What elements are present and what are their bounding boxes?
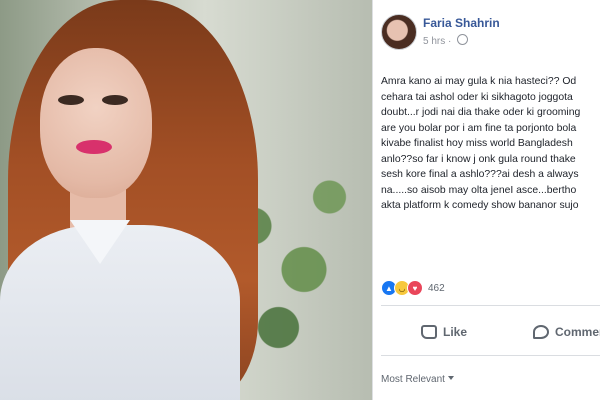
divider bbox=[381, 305, 600, 306]
photo-collar bbox=[70, 220, 130, 264]
like-button[interactable]: Like bbox=[421, 315, 467, 349]
post-text-line: doubt...r jodi nai dia thake oder ki gro… bbox=[381, 107, 581, 118]
reactions-summary[interactable]: ▲ ◡ ♥ 462 bbox=[381, 280, 445, 296]
facebook-post-card: Faria Shahrin 5 hrs · Amra kano ai may g… bbox=[372, 0, 600, 400]
post-text-line: cehara tai ashol oder ki sikhagoto joggo… bbox=[381, 91, 573, 103]
comments-filter-dropdown[interactable]: Most Relevant bbox=[381, 374, 454, 385]
divider bbox=[381, 355, 600, 356]
like-button-label: Like bbox=[443, 325, 468, 339]
post-text: Amra kano ai may gula k nia hasteci?? Od… bbox=[381, 74, 600, 214]
post-time[interactable]: 5 hrs bbox=[423, 36, 445, 47]
photo-right-eye bbox=[102, 95, 128, 105]
reaction-count[interactable]: 462 bbox=[428, 283, 445, 294]
post-meta: 5 hrs · bbox=[423, 34, 469, 47]
thumbs-up-icon bbox=[421, 325, 437, 339]
post-photo[interactable] bbox=[0, 0, 372, 400]
comment-button[interactable]: Comment bbox=[533, 315, 600, 349]
post-text-line: Amra kano ai may gula k nia hasteci?? Od bbox=[381, 76, 577, 87]
post-text-line: are you bolar por i am fine ta porjonto … bbox=[381, 122, 577, 134]
caret-down-icon bbox=[447, 376, 454, 380]
meta-separator: · bbox=[448, 36, 452, 47]
comment-bubble-icon bbox=[533, 325, 549, 339]
post-text-line: anlo??so far i know j onk gula round tha… bbox=[381, 153, 576, 165]
post-text-line: akta platform k comedy show bananor sujo bbox=[381, 200, 579, 211]
photo-lips bbox=[76, 140, 112, 154]
post-text-line: kivabe finalist hoy miss world Banglades… bbox=[381, 138, 573, 149]
post-text-line: na.....so aisob may olta jeneI asce...be… bbox=[381, 184, 577, 196]
comments-filter-label: Most Relevant bbox=[381, 374, 445, 385]
avatar[interactable] bbox=[381, 14, 417, 50]
love-reaction-icon: ♥ bbox=[407, 280, 423, 296]
post-actions: Like Comment bbox=[373, 315, 600, 349]
photo-face bbox=[40, 48, 152, 198]
comment-button-label: Comment bbox=[555, 325, 600, 339]
globe-icon bbox=[457, 34, 469, 45]
author-name[interactable]: Faria Shahrin bbox=[423, 16, 500, 30]
photo-left-eye bbox=[58, 95, 84, 105]
post-text-line: sesh kore final a ashlo???ai desh a alwa… bbox=[381, 169, 579, 180]
